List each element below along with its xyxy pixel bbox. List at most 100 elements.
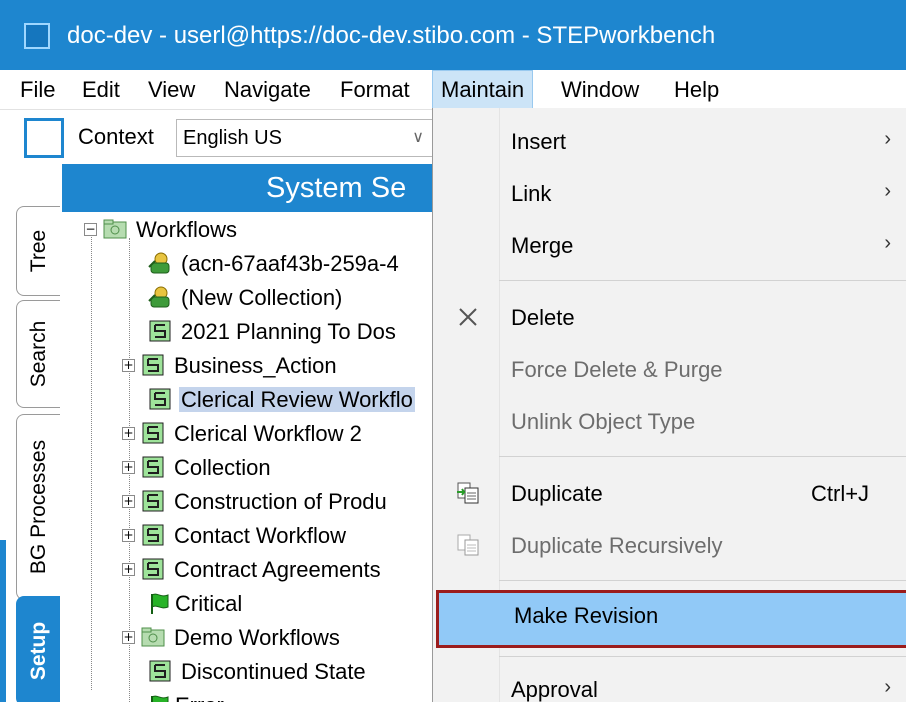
menu-item-duplicate[interactable]: Duplicate Ctrl+J <box>433 468 906 520</box>
menu-item-label: Insert <box>511 129 567 154</box>
menu-edit[interactable]: Edit <box>74 70 128 110</box>
workflow-icon <box>147 387 173 411</box>
workflow-icon <box>140 523 166 547</box>
chevron-right-icon: › <box>884 232 891 254</box>
menu-view[interactable]: View <box>140 70 203 110</box>
expand-icon[interactable]: + <box>122 494 135 508</box>
tree-item-selected[interactable]: Clerical Review Workflo <box>147 384 415 416</box>
tree-item[interactable]: + Construction of Produ <box>122 486 389 518</box>
menu-item-link[interactable]: Link › <box>433 168 906 220</box>
tree-item-label: (New Collection) <box>181 285 343 310</box>
close-icon <box>455 304 481 330</box>
menu-item-unlink-object-type[interactable]: Unlink Object Type <box>433 396 906 448</box>
tree-item[interactable]: (acn-67aaf43b-259a-4 <box>147 248 401 280</box>
menu-file[interactable]: File <box>12 70 63 110</box>
tab-tree-label: Tree <box>26 229 50 273</box>
folder-icon <box>102 217 128 241</box>
tree-item-label: Business_Action <box>174 353 337 378</box>
menu-item-label: Duplicate Recursively <box>511 533 723 558</box>
expand-icon[interactable]: + <box>122 460 135 474</box>
tree-item[interactable]: + Contact Workflow <box>122 520 348 552</box>
menu-item-approval[interactable]: Approval › <box>433 664 906 702</box>
tab-bg-processes[interactable]: BG Processes <box>16 414 60 600</box>
context-select[interactable]: English US ∨ <box>176 119 441 157</box>
chevron-right-icon: › <box>884 180 891 202</box>
folder-icon <box>140 625 166 649</box>
workflow-icon <box>140 353 166 377</box>
tree-item-label: Demo Workflows <box>174 625 340 650</box>
menu-item-label: Approval <box>511 677 598 702</box>
expand-icon[interactable]: + <box>122 528 135 542</box>
chevron-right-icon: › <box>884 128 891 150</box>
state-flag-icon <box>147 693 169 702</box>
tab-setup[interactable]: Setup <box>16 596 60 702</box>
expand-icon[interactable]: + <box>122 562 135 576</box>
tree-item-label: Error <box>173 693 226 702</box>
expand-icon[interactable]: + <box>122 426 135 440</box>
expand-icon[interactable]: + <box>122 358 135 372</box>
workflow-icon <box>147 659 173 683</box>
tree-item[interactable]: + Collection <box>122 452 273 484</box>
menu-maintain[interactable]: Maintain <box>432 70 534 110</box>
tab-edge-accent <box>0 540 6 702</box>
tab-setup-label: Setup <box>26 621 50 681</box>
tree-item[interactable]: Critical <box>147 588 244 620</box>
maintain-menu: Insert › Link › Merge › Delete Force Del… <box>432 108 906 702</box>
menu-separator <box>499 456 906 457</box>
tree-item-label: Discontinued State <box>181 659 366 684</box>
workflow-icon <box>147 319 173 343</box>
tab-search[interactable]: Search <box>16 300 60 408</box>
menu-item-label: Duplicate <box>511 481 603 506</box>
context-icon[interactable] <box>24 118 64 158</box>
menu-bar: File Edit View Navigate Format Maintain … <box>0 70 906 110</box>
context-value: English US <box>183 127 282 149</box>
menu-item-insert[interactable]: Insert › <box>433 116 906 168</box>
tree-item[interactable]: + Demo Workflows <box>122 622 342 654</box>
tree-item[interactable]: + Contract Agreements <box>122 554 383 586</box>
menu-item-make-revision[interactable]: Make Revision <box>436 590 906 648</box>
workflow-icon <box>140 421 166 445</box>
side-tabs: Tree Search BG Processes Setup <box>0 160 62 702</box>
tree-root[interactable]: − Workflows <box>84 214 239 246</box>
context-label: Context <box>78 124 154 149</box>
menu-item-duplicate-recursively[interactable]: Duplicate Recursively <box>433 520 906 572</box>
menu-item-label: Unlink Object Type <box>511 409 696 434</box>
context-bar: Context English US ∨ <box>0 112 441 162</box>
menu-item-label: Delete <box>511 305 575 330</box>
tab-bg-processes-label: BG Processes <box>26 439 50 575</box>
tree-item[interactable]: Discontinued State <box>147 656 368 688</box>
shortcut-label: Ctrl+J <box>811 481 870 506</box>
collapse-icon[interactable]: − <box>84 222 97 236</box>
workflow-icon <box>140 557 166 581</box>
menu-item-label: Link <box>511 181 552 206</box>
menu-format[interactable]: Format <box>332 70 418 110</box>
tree-item-label: Clerical Workflow 2 <box>174 421 362 446</box>
tree-item[interactable]: + Clerical Workflow 2 <box>122 418 364 450</box>
duplicate-recursive-icon <box>455 532 481 558</box>
menu-item-delete[interactable]: Delete <box>433 292 906 344</box>
tree-item[interactable]: (New Collection) <box>147 282 344 314</box>
tree-item-label: 2021 Planning To Dos <box>181 319 396 344</box>
menu-help[interactable]: Help <box>666 70 727 110</box>
tree-item[interactable]: 2021 Planning To Dos <box>147 316 398 348</box>
menu-separator <box>499 280 906 281</box>
tab-tree[interactable]: Tree <box>16 206 60 296</box>
workflow-tree: − Workflows (acn-67aaf43b-259a-4 (New Col… <box>62 212 432 702</box>
workflow-icon <box>140 455 166 479</box>
window-title: doc-dev - userl@https://doc-dev.stibo.co… <box>67 22 716 49</box>
menu-item-merge[interactable]: Merge › <box>433 220 906 272</box>
menu-item-label: Force Delete & Purge <box>511 357 723 382</box>
menu-item-force-delete[interactable]: Force Delete & Purge <box>433 344 906 396</box>
tree-item[interactable]: Error <box>147 690 226 702</box>
expand-icon[interactable]: + <box>122 630 135 644</box>
panel-header: System Se <box>62 164 434 212</box>
menu-item-label: Make Revision <box>514 603 659 628</box>
tree-item-label: Construction of Produ <box>174 489 387 514</box>
menu-item-label: Merge <box>511 233 574 258</box>
state-flag-icon <box>147 591 169 615</box>
menu-window[interactable]: Window <box>553 70 647 110</box>
tree-item-label: Contact Workflow <box>174 523 346 548</box>
tree-item[interactable]: + Business_Action <box>122 350 339 382</box>
menu-navigate[interactable]: Navigate <box>216 70 319 110</box>
menu-separator <box>499 656 906 657</box>
